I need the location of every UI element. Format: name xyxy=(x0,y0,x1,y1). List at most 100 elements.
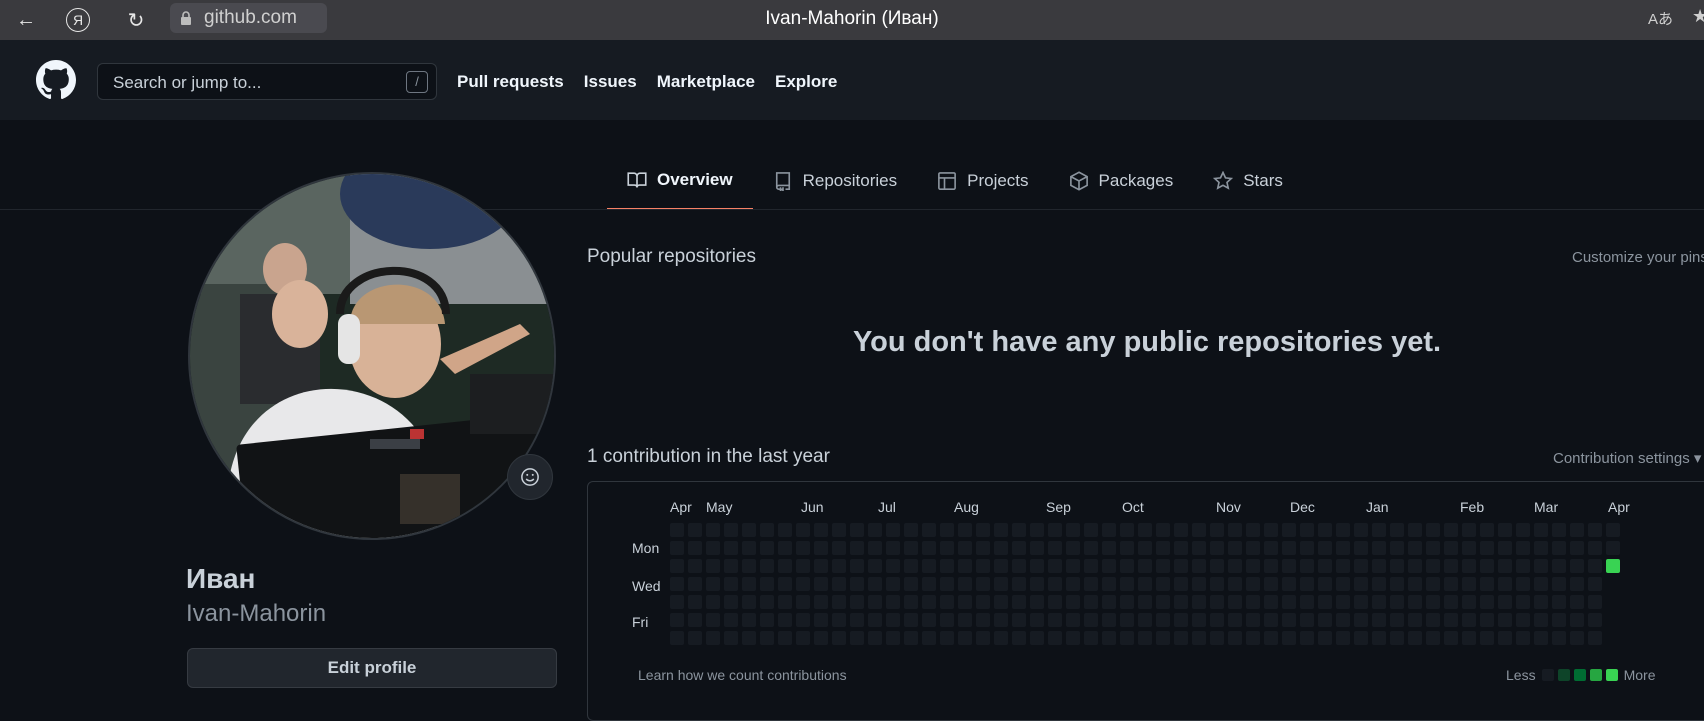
contribution-day[interactable] xyxy=(1066,577,1080,591)
contribution-day[interactable] xyxy=(1282,595,1296,609)
contribution-day[interactable] xyxy=(1588,559,1602,573)
contribution-day[interactable] xyxy=(814,559,828,573)
contribution-day[interactable] xyxy=(1372,559,1386,573)
contribution-day[interactable] xyxy=(940,613,954,627)
contribution-day[interactable] xyxy=(1588,577,1602,591)
contribution-day[interactable] xyxy=(1462,559,1476,573)
contribution-day[interactable] xyxy=(1354,541,1368,555)
contribution-day[interactable] xyxy=(868,559,882,573)
contribution-day[interactable] xyxy=(1390,577,1404,591)
contribution-day[interactable] xyxy=(1390,613,1404,627)
contribution-day[interactable] xyxy=(706,559,720,573)
contribution-day[interactable] xyxy=(1570,559,1584,573)
contribution-day[interactable] xyxy=(976,559,990,573)
contribution-day[interactable] xyxy=(904,631,918,645)
contribution-day[interactable] xyxy=(904,577,918,591)
contribution-day[interactable] xyxy=(994,541,1008,555)
contribution-day[interactable] xyxy=(940,577,954,591)
contribution-day[interactable] xyxy=(1174,631,1188,645)
bookmark-star-icon[interactable]: ★ xyxy=(1692,6,1704,27)
contribution-day[interactable] xyxy=(1516,613,1530,627)
contribution-day[interactable] xyxy=(1318,631,1332,645)
contribution-day[interactable] xyxy=(1084,631,1098,645)
contribution-day[interactable] xyxy=(1192,613,1206,627)
contribution-day[interactable] xyxy=(958,577,972,591)
contribution-day[interactable] xyxy=(958,595,972,609)
contribution-day[interactable] xyxy=(742,541,756,555)
contribution-day[interactable] xyxy=(976,541,990,555)
contribution-day[interactable] xyxy=(1444,613,1458,627)
contribution-day[interactable] xyxy=(1606,559,1620,573)
contribution-day[interactable] xyxy=(1210,613,1224,627)
contribution-day[interactable] xyxy=(1102,631,1116,645)
contribution-day[interactable] xyxy=(1354,613,1368,627)
contribution-day[interactable] xyxy=(1264,577,1278,591)
contribution-day[interactable] xyxy=(1534,541,1548,555)
contribution-day[interactable] xyxy=(1138,523,1152,537)
contribution-day[interactable] xyxy=(1066,541,1080,555)
contribution-day[interactable] xyxy=(958,631,972,645)
contribution-day[interactable] xyxy=(1282,631,1296,645)
contribution-day[interactable] xyxy=(1030,577,1044,591)
contribution-day[interactable] xyxy=(922,595,936,609)
contribution-day[interactable] xyxy=(1516,523,1530,537)
contribution-day[interactable] xyxy=(1462,577,1476,591)
contribution-day[interactable] xyxy=(1462,523,1476,537)
contribution-day[interactable] xyxy=(976,595,990,609)
contribution-day[interactable] xyxy=(1174,523,1188,537)
contribution-day[interactable] xyxy=(1264,559,1278,573)
contribution-day[interactable] xyxy=(1336,523,1350,537)
contribution-day[interactable] xyxy=(1030,613,1044,627)
contribution-day[interactable] xyxy=(940,631,954,645)
contribution-day[interactable] xyxy=(814,631,828,645)
contribution-day[interactable] xyxy=(922,541,936,555)
contribution-day[interactable] xyxy=(994,577,1008,591)
contribution-day[interactable] xyxy=(796,595,810,609)
contribution-day[interactable] xyxy=(1030,523,1044,537)
contribution-day[interactable] xyxy=(1084,541,1098,555)
contribution-day[interactable] xyxy=(1444,559,1458,573)
contribution-day[interactable] xyxy=(1192,595,1206,609)
contribution-day[interactable] xyxy=(1354,577,1368,591)
contribution-day[interactable] xyxy=(796,559,810,573)
contribution-day[interactable] xyxy=(1138,631,1152,645)
contribution-day[interactable] xyxy=(1552,577,1566,591)
contribution-day[interactable] xyxy=(1480,631,1494,645)
contribution-day[interactable] xyxy=(1156,595,1170,609)
contribution-day[interactable] xyxy=(958,559,972,573)
contribution-day[interactable] xyxy=(1192,559,1206,573)
contribution-day[interactable] xyxy=(1588,595,1602,609)
contribution-day[interactable] xyxy=(1012,595,1026,609)
contribution-day[interactable] xyxy=(1210,577,1224,591)
contribution-day[interactable] xyxy=(1102,595,1116,609)
contribution-day[interactable] xyxy=(1102,577,1116,591)
contribution-day[interactable] xyxy=(886,559,900,573)
contribution-day[interactable] xyxy=(688,613,702,627)
contribution-day[interactable] xyxy=(1228,523,1242,537)
contribution-day[interactable] xyxy=(1300,541,1314,555)
contribution-day[interactable] xyxy=(1588,631,1602,645)
profile-avatar[interactable] xyxy=(188,172,556,540)
contribution-day[interactable] xyxy=(1408,577,1422,591)
contribution-day[interactable] xyxy=(1300,631,1314,645)
contribution-day[interactable] xyxy=(760,595,774,609)
contribution-day[interactable] xyxy=(724,541,738,555)
contribution-day[interactable] xyxy=(832,577,846,591)
contribution-day[interactable] xyxy=(1030,541,1044,555)
contribution-day[interactable] xyxy=(742,559,756,573)
contribution-day[interactable] xyxy=(886,631,900,645)
contribution-day[interactable] xyxy=(1606,523,1620,537)
contribution-day[interactable] xyxy=(1012,541,1026,555)
contribution-day[interactable] xyxy=(778,523,792,537)
contribution-day[interactable] xyxy=(1102,541,1116,555)
edit-profile-button[interactable]: Edit profile xyxy=(187,648,557,688)
contribution-day[interactable] xyxy=(706,613,720,627)
contribution-day[interactable] xyxy=(1246,523,1260,537)
contribution-day[interactable] xyxy=(1408,631,1422,645)
contribution-day[interactable] xyxy=(994,559,1008,573)
contribution-day[interactable] xyxy=(1534,577,1548,591)
contribution-day[interactable] xyxy=(832,613,846,627)
contribution-day[interactable] xyxy=(1210,595,1224,609)
contribution-day[interactable] xyxy=(796,541,810,555)
contribution-day[interactable] xyxy=(688,631,702,645)
